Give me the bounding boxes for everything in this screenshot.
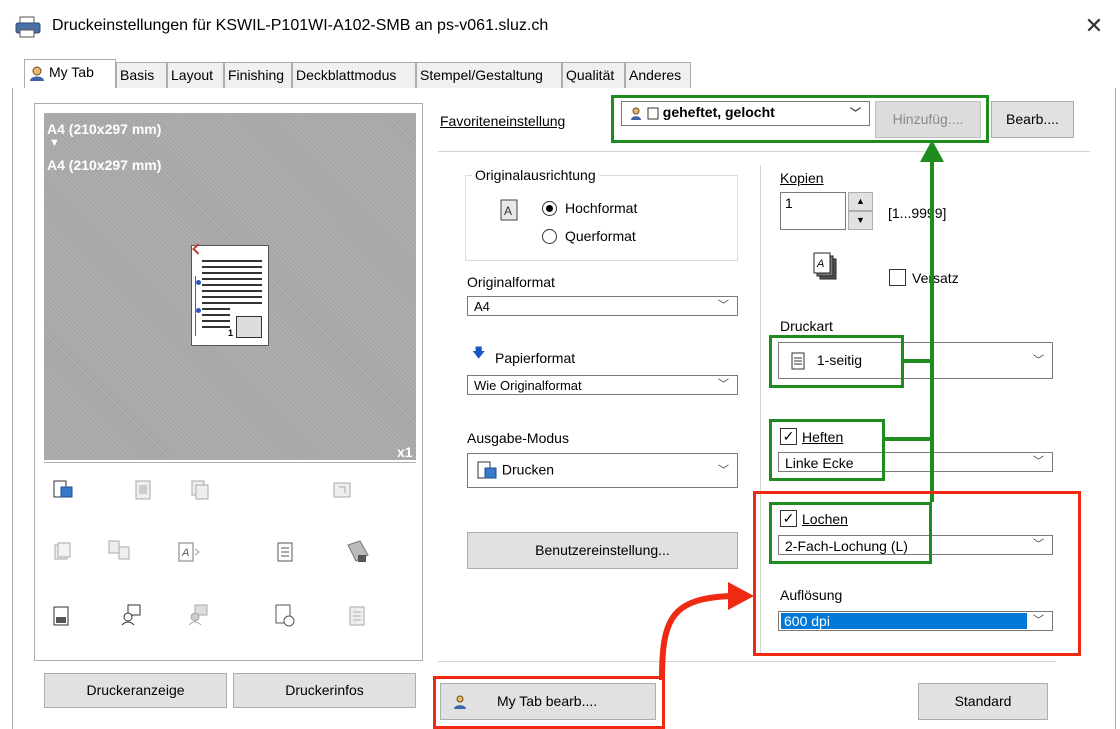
chevron-down-icon: ﹀ [1033, 353, 1044, 366]
divider [438, 151, 1090, 152]
copies-input[interactable]: 1 [780, 192, 846, 230]
tab-qualitaet[interactable]: Qualität [562, 62, 625, 88]
favorites-highlight-box [611, 95, 989, 143]
button-label: Benutzereinstellung... [535, 542, 670, 558]
form-icon[interactable] [52, 605, 72, 627]
combine-icon[interactable] [107, 539, 131, 563]
title-bar: Druckeinstellungen für KSWIL-P101WI-A102… [0, 0, 1120, 52]
copy-icon[interactable] [189, 479, 211, 501]
user-settings-button[interactable]: Benutzereinstellung... [467, 532, 738, 569]
landscape-radio[interactable] [542, 229, 557, 244]
page-number: 1 [228, 328, 234, 338]
page-preview-icon: 1 [191, 243, 269, 346]
output-mode-label: Ausgabe-Modus [467, 430, 569, 446]
function-icon-grid: A [44, 462, 416, 655]
preview-paper-size: A4 (210x297 mm) [47, 157, 162, 173]
druckeranzeige-button[interactable]: Druckeranzeige [44, 673, 227, 708]
secure-print-icon[interactable] [132, 479, 154, 501]
button-label: Druckerinfos [285, 682, 364, 698]
chevron-down-icon: ﹀ [718, 299, 729, 312]
portrait-page-icon: A [500, 199, 518, 221]
document-icon[interactable] [276, 541, 296, 563]
multi-page-icon[interactable] [52, 541, 74, 563]
collate-stack-icon: A [813, 252, 837, 280]
locked-stamp-icon[interactable] [344, 539, 370, 565]
svg-text:A: A [504, 204, 512, 218]
paper-format-label: Papierformat [495, 350, 576, 366]
paper-format-value: Wie Originalformat [474, 378, 582, 393]
tab-finishing[interactable]: Finishing [224, 62, 292, 88]
close-icon[interactable]: ✕ [1080, 12, 1108, 40]
print-output-icon[interactable] [52, 479, 74, 501]
tab-label: My Tab [49, 64, 94, 80]
copies-value: 1 [785, 195, 793, 211]
portrait-label: Hochformat [565, 200, 638, 216]
preview-copy-count: x1 [397, 444, 413, 460]
button-label: Druckeranzeige [86, 682, 185, 698]
tab-basis[interactable]: Basis [116, 62, 167, 88]
original-format-select[interactable]: A4 ﹀ [467, 296, 738, 316]
original-format-label: Originalformat [467, 274, 555, 290]
chevron-down-icon: ﹀ [1033, 455, 1044, 468]
preview-original-size: A4 (210x297 mm) [47, 121, 162, 137]
copies-increment-button[interactable]: ▲ [848, 192, 873, 211]
timed-document-icon[interactable] [274, 603, 296, 627]
print-type-label: Druckart [780, 318, 833, 334]
button-label: Standard [954, 693, 1012, 709]
output-mode-value: Drucken [501, 461, 555, 478]
edit-favorite-button[interactable]: Bearb.... [991, 101, 1074, 138]
favorites-label: Favoriteneinstellung [440, 113, 566, 129]
fax-icon[interactable] [331, 479, 353, 501]
orientation-label: Originalausrichtung [472, 167, 599, 183]
tab-my-tab[interactable]: My Tab [24, 59, 116, 89]
account-track-icon[interactable] [187, 603, 211, 627]
user-auth-icon[interactable] [120, 603, 144, 627]
druckerinfos-button[interactable]: Druckerinfos [233, 673, 416, 708]
arrow-down-icon: 🡇 [472, 345, 486, 360]
svg-text:A: A [181, 547, 189, 559]
button-label: Bearb.... [1006, 111, 1059, 127]
portrait-radio[interactable] [542, 201, 557, 216]
user-icon [30, 66, 44, 82]
tab-stempel-gestaltung[interactable]: Stempel/Gestaltung [416, 62, 562, 88]
print-output-icon [477, 461, 497, 479]
chevron-down-icon: ﹀ [718, 378, 729, 391]
tab-anderes[interactable]: Anderes [625, 62, 691, 88]
text-page-icon[interactable] [348, 605, 368, 627]
original-format-value: A4 [474, 299, 490, 314]
red-arrow-icon [659, 582, 754, 681]
rotate-page-icon[interactable]: A [177, 541, 201, 563]
my-tab-edit-highlight-box [433, 676, 665, 729]
svg-text:A: A [816, 258, 824, 270]
window-title: Druckeinstellungen für KSWIL-P101WI-A102… [52, 17, 549, 34]
tab-deckblattmodus[interactable]: Deckblattmodus [292, 62, 416, 88]
paper-format-select[interactable]: Wie Originalformat ﹀ [467, 375, 738, 395]
preview-arrow-icon: ▼ [49, 137, 60, 149]
chevron-down-icon: ﹀ [718, 463, 729, 476]
copies-label: Kopien [780, 170, 824, 186]
finishing-highlight-box [753, 491, 1081, 656]
landscape-label: Querformat [565, 228, 636, 244]
output-mode-select[interactable]: Drucken ﹀ [467, 453, 738, 488]
green-arrow-icon [885, 140, 944, 502]
tab-layout[interactable]: Layout [167, 62, 224, 88]
copies-decrement-button[interactable]: ▼ [848, 211, 873, 230]
printer-icon [15, 16, 41, 38]
standard-button[interactable]: Standard [918, 683, 1048, 720]
staple-highlight-box [769, 419, 885, 481]
